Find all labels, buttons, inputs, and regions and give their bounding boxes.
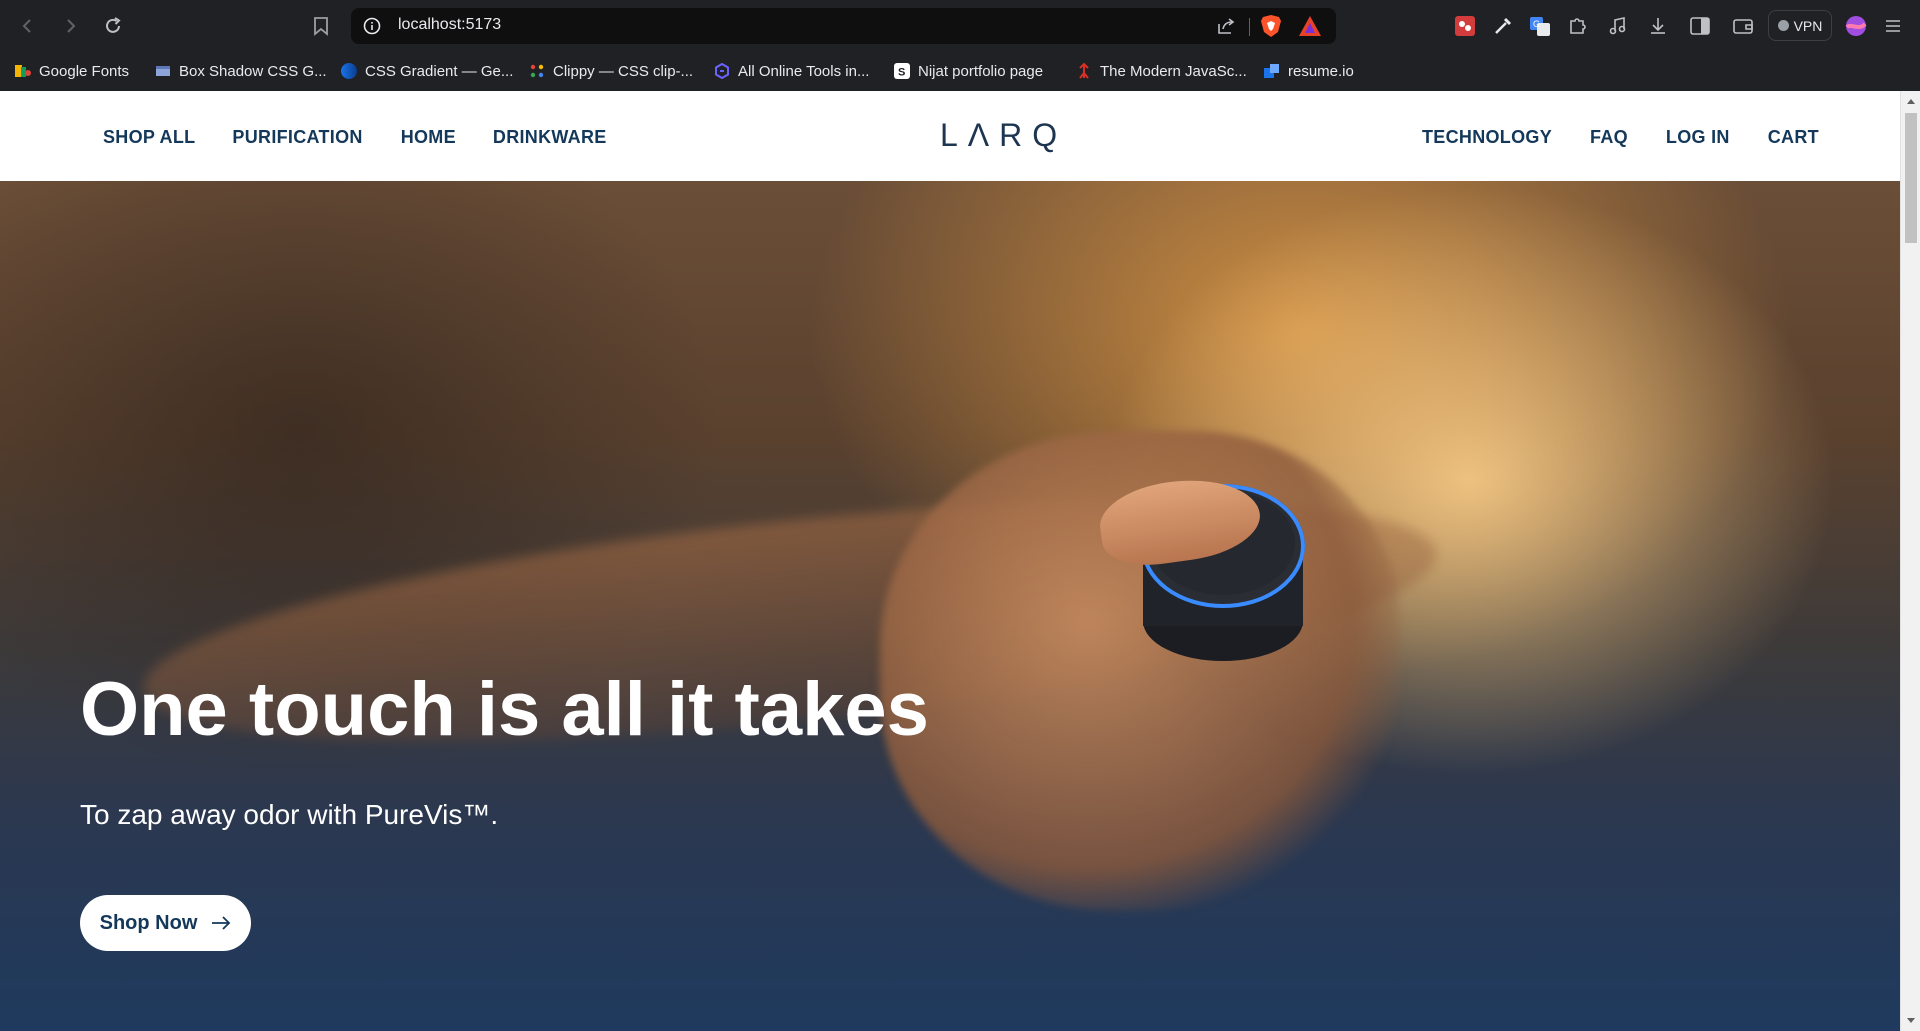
bookmarks-bar: Google Fonts Box Shadow CSS G... CSS Gra… xyxy=(0,51,1920,91)
nav-faq[interactable]: FAQ xyxy=(1590,127,1628,148)
share-icon[interactable] xyxy=(1216,16,1236,36)
bookmark-item[interactable]: CSS Gradient — Ge... xyxy=(341,61,513,81)
nav-shop-all[interactable]: SHOP ALL xyxy=(103,127,195,148)
url-text[interactable]: localhost:5173 xyxy=(398,16,501,34)
site-header: SHOP ALL PURIFICATION HOME DRINKWARE LΛR… xyxy=(0,91,1900,181)
scrollbar-thumb[interactable] xyxy=(1905,113,1917,243)
sidebar-toggle-icon[interactable] xyxy=(1687,13,1713,39)
page-viewport: SHOP ALL PURIFICATION HOME DRINKWARE LΛR… xyxy=(0,91,1900,1031)
bookmark-label: resume.io xyxy=(1288,62,1354,80)
resume-icon xyxy=(1264,63,1280,79)
nav-purification[interactable]: PURIFICATION xyxy=(232,127,362,148)
arrow-right-icon xyxy=(212,916,231,930)
svg-text:G: G xyxy=(1533,19,1540,29)
online-tools-icon xyxy=(714,62,730,80)
scroll-down-arrow-icon[interactable] xyxy=(1907,1018,1915,1023)
page-scrollbar[interactable] xyxy=(1900,91,1920,1031)
hero-title: One touch is all it takes xyxy=(80,667,929,752)
shop-now-button[interactable]: Shop Now xyxy=(80,895,251,951)
brave-shields-icon[interactable] xyxy=(1260,14,1282,38)
hero-subtitle: To zap away odor with PureVis™. xyxy=(80,799,499,830)
browser-toolbar: localhost:5173 G VPN xyxy=(0,0,1920,51)
nav-technology[interactable]: TECHNOLOGY xyxy=(1422,127,1552,148)
shop-now-label: Shop Now xyxy=(99,911,198,934)
bookmark-item[interactable]: Box Shadow CSS G... xyxy=(155,61,327,81)
bookmark-page-button[interactable] xyxy=(309,14,333,38)
clippy-icon xyxy=(529,63,545,79)
portfolio-icon: S xyxy=(894,63,910,79)
bookmark-label: The Modern JavaSc... xyxy=(1100,62,1247,80)
bookmark-item[interactable]: resume.io xyxy=(1264,61,1354,81)
hero-banner: One touch is all it takes To zap away od… xyxy=(0,181,1900,1031)
bookmark-label: CSS Gradient — Ge... xyxy=(365,62,514,80)
brave-rewards-icon[interactable] xyxy=(1298,15,1322,37)
browser-menu-icon[interactable] xyxy=(1880,13,1906,39)
chevron-right-icon xyxy=(67,19,76,33)
extension-eyedropper-icon[interactable] xyxy=(1490,13,1516,39)
forward-button[interactable] xyxy=(56,12,84,40)
vpn-label: VPN xyxy=(1793,17,1823,34)
vpn-button[interactable]: VPN xyxy=(1768,10,1832,41)
nav-log-in[interactable]: LOG IN xyxy=(1666,127,1730,148)
primary-nav-right: TECHNOLOGY FAQ LOG IN CART xyxy=(1422,127,1819,148)
wallet-icon[interactable] xyxy=(1730,13,1756,39)
back-button[interactable] xyxy=(14,12,42,40)
scroll-up-arrow-icon[interactable] xyxy=(1907,99,1915,104)
downloads-icon[interactable] xyxy=(1645,13,1671,39)
bookmark-label: Google Fonts xyxy=(39,62,130,80)
reload-icon xyxy=(106,17,121,33)
bookmark-label: Nijat portfolio page xyxy=(918,62,1044,80)
svg-text:S: S xyxy=(898,67,905,79)
bookmark-item[interactable]: The Modern JavaSc... xyxy=(1076,61,1247,81)
urlbar-separator xyxy=(1249,18,1250,36)
address-bar[interactable]: localhost:5173 xyxy=(351,8,1336,44)
css-gradient-icon xyxy=(341,63,357,79)
bookmark-label: Clippy — CSS clip-... xyxy=(553,62,694,80)
bookmark-label: All Online Tools in... xyxy=(738,62,870,80)
google-fonts-icon xyxy=(15,63,31,79)
bookmark-label: Box Shadow CSS G... xyxy=(179,62,327,80)
larq-logo[interactable]: LΛRQ xyxy=(940,117,1067,154)
nav-drinkware[interactable]: DRINKWARE xyxy=(493,127,607,148)
primary-nav-left: SHOP ALL PURIFICATION HOME DRINKWARE xyxy=(103,127,607,148)
site-info-icon[interactable] xyxy=(363,17,381,35)
box-shadow-icon xyxy=(155,63,171,79)
extensions-puzzle-icon[interactable] xyxy=(1565,13,1591,39)
bookmark-item[interactable]: All Online Tools in... xyxy=(714,61,869,81)
nav-home[interactable]: HOME xyxy=(401,127,456,148)
bookmark-item[interactable]: S Nijat portfolio page xyxy=(894,61,1043,81)
extension-colorzilla-icon[interactable] xyxy=(1452,13,1478,39)
bookmark-item[interactable]: Google Fonts xyxy=(15,61,129,81)
chevron-left-icon xyxy=(22,19,31,33)
bookmark-item[interactable]: Clippy — CSS clip-... xyxy=(529,61,693,81)
extension-translate-icon[interactable]: G xyxy=(1527,13,1553,39)
nav-cart[interactable]: CART xyxy=(1768,127,1819,148)
profile-avatar-icon[interactable] xyxy=(1843,13,1869,39)
vpn-status-icon xyxy=(1777,20,1789,31)
bookmark-icon xyxy=(314,17,328,36)
reload-button[interactable] xyxy=(99,12,127,40)
media-music-icon[interactable] xyxy=(1605,13,1631,39)
javascript-info-icon xyxy=(1076,62,1092,79)
